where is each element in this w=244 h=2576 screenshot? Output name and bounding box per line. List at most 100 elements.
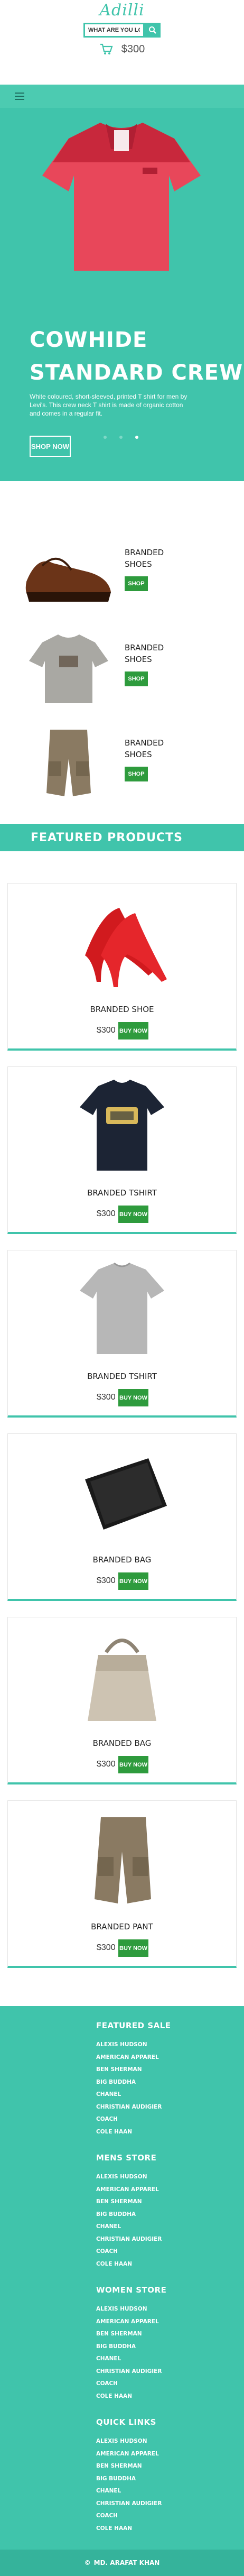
hero-description: White coloured, short-sleeved, printed T… <box>30 393 187 417</box>
buy-now-button[interactable]: BUY NOW <box>118 1572 148 1590</box>
footer-link[interactable]: COLE HAAN <box>96 2523 244 2535</box>
footer-link[interactable]: ALEXIS HUDSON <box>96 2435 244 2448</box>
footer-link[interactable]: COACH <box>96 2246 244 2258</box>
footer-link[interactable]: CHRISTIAN AUDIGIER <box>96 2233 244 2246</box>
black-wallet-image <box>85 1458 167 1530</box>
list-item: BRANDED SHOES SHOP <box>0 724 244 820</box>
search-button[interactable] <box>145 23 161 38</box>
site-footer: FEATURED SALE ALEXIS HUDSON AMERICAN APP… <box>0 2006 244 2576</box>
product-price: $300 <box>97 1026 116 1035</box>
footer-link[interactable]: ALEXIS HUDSON <box>96 2039 244 2051</box>
cart-summary: $300 <box>0 43 244 56</box>
product-name: BRANDED SHOE <box>90 1005 154 1014</box>
footer-link[interactable]: BIG BUDDHA <box>96 2473 244 2486</box>
search-bar <box>0 23 244 38</box>
product-card: BRANDED BAG $300 BUY NOW <box>7 1617 237 1784</box>
footer-link[interactable]: AMERICAN APPAREL <box>96 2184 244 2196</box>
footer-link[interactable]: BIG BUDDHA <box>96 2209 244 2221</box>
product-name: BRANDED PANT <box>91 1922 153 1931</box>
search-icon <box>149 26 156 34</box>
cargo-shorts-image <box>46 730 91 796</box>
footer-heading: QUICK LINKS <box>96 2417 156 2427</box>
buy-now-button[interactable]: BUY NOW <box>118 1206 148 1223</box>
footer-link[interactable]: CHRISTIAN AUDIGIER <box>96 2498 244 2510</box>
side-item-label: BRANDED SHOES <box>125 738 164 759</box>
footer-link[interactable]: ALEXIS HUDSON <box>96 2303 244 2316</box>
featured-products: BRANDED SHOE $300 BUY NOW BRANDED TSHIRT… <box>0 851 244 1968</box>
cart-total: $300 <box>121 43 145 55</box>
menu-icon[interactable] <box>15 93 24 100</box>
footer-link[interactable]: COACH <box>96 2510 244 2523</box>
footer-link[interactable]: CHANEL <box>96 2353 244 2366</box>
grey-tshirt-image <box>29 634 108 703</box>
side-product-list: BRANDED SHOES SHOP BRANDED SHOES SHOP BRAN… <box>0 481 244 820</box>
buy-now-button[interactable]: BUY NOW <box>118 1756 148 1773</box>
footer-link[interactable]: CHRISTIAN AUDIGIER <box>96 2101 244 2114</box>
side-item-label: BRANDED SHOES <box>125 548 164 569</box>
footer-link[interactable]: BEN SHERMAN <box>96 2328 244 2341</box>
shop-button[interactable]: SHOP <box>125 767 148 781</box>
featured-title: FEATURED PRODUCTS <box>31 831 183 844</box>
search-input[interactable] <box>83 23 145 38</box>
grey-tshirt-image <box>80 1262 164 1354</box>
footer-link[interactable]: BEN SHERMAN <box>96 2460 244 2473</box>
footer-link[interactable]: COLE HAAN <box>96 2390 244 2403</box>
nav-bar <box>0 85 244 108</box>
buy-now-button[interactable]: BUY NOW <box>118 1939 148 1957</box>
side-item-label: BRANDED SHOES <box>125 643 164 664</box>
footer-link[interactable]: CHANEL <box>96 2221 244 2233</box>
hero-title: COWHIDE STANDARD CREW <box>30 328 243 385</box>
copyright-icon: © <box>84 2559 91 2566</box>
product-name: BRANDED BAG <box>92 1555 152 1565</box>
footer-link[interactable]: COACH <box>96 2113 244 2126</box>
product-name: BRANDED BAG <box>92 1738 152 1748</box>
footer-link[interactable]: CHRISTIAN AUDIGIER <box>96 2366 244 2378</box>
footer-link[interactable]: BIG BUDDHA <box>96 2341 244 2353</box>
product-name: BRANDED TSHIRT <box>87 1188 157 1198</box>
footer-link[interactable]: ALEXIS HUDSON <box>96 2171 244 2184</box>
site-logo[interactable]: Adilli <box>0 1 244 20</box>
featured-header: FEATURED PRODUCTS <box>0 824 244 851</box>
footer-link[interactable]: COLE HAAN <box>96 2126 244 2139</box>
slide-dot-3[interactable] <box>135 436 138 439</box>
cargo-shorts-image <box>95 1817 151 1903</box>
product-price: $300 <box>97 1209 116 1218</box>
product-card: BRANDED BAG $300 BUY NOW <box>7 1433 237 1601</box>
footer-link[interactable]: COLE HAAN <box>96 2258 244 2271</box>
slide-dot-2[interactable] <box>119 436 123 439</box>
footer-link[interactable]: CHANEL <box>96 2485 244 2498</box>
footer-heading: MENS STORE <box>96 2153 157 2163</box>
footer-link[interactable]: BEN SHERMAN <box>96 2064 244 2076</box>
product-card: BRANDED PANT $300 BUY NOW <box>7 1800 237 1968</box>
site-header: Adilli $300 <box>0 0 244 85</box>
footer-link[interactable]: AMERICAN APPAREL <box>96 2448 244 2461</box>
shop-now-button[interactable]: SHOP NOW <box>30 436 71 457</box>
slide-dot-1[interactable] <box>104 436 107 439</box>
copyright-bar: © MD. ARAFAT KHAN <box>0 2550 244 2576</box>
footer-link[interactable]: BEN SHERMAN <box>96 2196 244 2209</box>
footer-link[interactable]: COACH <box>96 2378 244 2390</box>
product-price: $300 <box>97 1393 116 1402</box>
cart-icon[interactable] <box>99 43 113 56</box>
footer-mens-store: MENS STORE ALEXIS HUDSON AMERICAN APPARE… <box>0 2153 244 2270</box>
shop-button[interactable]: SHOP <box>125 671 148 686</box>
product-card: BRANDED TSHIRT $300 BUY NOW <box>7 1066 237 1234</box>
product-card: BRANDED SHOE $300 BUY NOW <box>7 883 237 1051</box>
footer-heading: FEATURED SALE <box>96 2021 171 2030</box>
beige-handbag-image <box>88 1639 156 1721</box>
footer-link[interactable]: AMERICAN APPAREL <box>96 2316 244 2329</box>
footer-quick-links: QUICK LINKS ALEXIS HUDSON AMERICAN APPAR… <box>0 2417 244 2535</box>
product-price: $300 <box>97 1576 116 1585</box>
red-polo-shirt-image <box>42 123 201 271</box>
buy-now-button[interactable]: BUY NOW <box>118 1389 148 1406</box>
navy-tshirt-image <box>80 1080 164 1171</box>
shop-button[interactable]: SHOP <box>125 576 148 591</box>
buy-now-button[interactable]: BUY NOW <box>118 1022 148 1039</box>
product-name: BRANDED TSHIRT <box>87 1372 157 1381</box>
product-price: $300 <box>97 1760 116 1769</box>
footer-link[interactable]: AMERICAN APPAREL <box>96 2051 244 2064</box>
copyright-text: MD. ARAFAT KHAN <box>93 2559 160 2566</box>
footer-link[interactable]: CHANEL <box>96 2089 244 2101</box>
footer-link[interactable]: BIG BUDDHA <box>96 2076 244 2089</box>
product-card: BRANDED TSHIRT $300 BUY NOW <box>7 1250 237 1418</box>
